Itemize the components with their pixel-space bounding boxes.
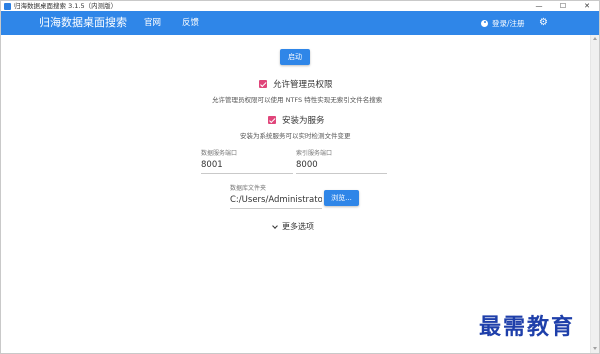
install-service-description: 安装为系统服务可以实时检测文件变更 bbox=[240, 132, 351, 140]
db-folder-input[interactable]: C:/Users/Administrator/C bbox=[230, 195, 322, 209]
scroll-up-arrow-icon[interactable] bbox=[593, 37, 597, 40]
more-options-label: 更多选项 bbox=[282, 222, 314, 231]
brand-title: 归海数据桌面搜索 bbox=[39, 16, 127, 29]
checkbox-checked-icon[interactable] bbox=[259, 80, 267, 88]
nav-feedback-link[interactable]: 反馈 bbox=[182, 11, 199, 35]
db-port-field[interactable]: 数据服务端口 8001 bbox=[201, 148, 293, 174]
maximize-button[interactable]: ☐ bbox=[551, 1, 575, 11]
admin-permission-checkbox[interactable]: 允许管理员权限 bbox=[259, 78, 333, 90]
admin-permission-description: 允许管理员权限可以使用 NTFS 特性实现无索引文件名搜索 bbox=[212, 96, 383, 104]
vertical-scrollbar[interactable] bbox=[590, 35, 599, 353]
app-window: 归海数据桌面搜索 3.1.5（内测版） — ☐ ✕ 归海数据桌面搜索 官网 反馈… bbox=[0, 0, 600, 354]
window-title: 归海数据桌面搜索 3.1.5（内测版） bbox=[14, 2, 118, 10]
gear-icon[interactable]: ⚙ bbox=[538, 17, 549, 28]
db-port-label: 数据服务端口 bbox=[201, 150, 238, 157]
start-button[interactable]: 启动 bbox=[280, 49, 310, 65]
admin-permission-label: 允许管理员权限 bbox=[273, 80, 333, 90]
checkbox-checked-icon[interactable] bbox=[268, 116, 276, 124]
main-panel: 启动 允许管理员权限 允许管理员权限可以使用 NTFS 特性实现无索引文件名搜索… bbox=[1, 35, 599, 353]
watermark-text: 最需教育 bbox=[479, 314, 576, 340]
browse-button[interactable]: 浏览... bbox=[324, 190, 359, 206]
os-titlebar: 归海数据桌面搜索 3.1.5（内测版） — ☐ ✕ bbox=[1, 1, 599, 11]
minimize-button[interactable]: — bbox=[527, 1, 551, 11]
nav-official-link[interactable]: 官网 bbox=[144, 11, 161, 35]
window-controls: — ☐ ✕ bbox=[527, 1, 599, 11]
close-button[interactable]: ✕ bbox=[575, 1, 599, 11]
install-service-label: 安装为服务 bbox=[282, 116, 325, 126]
index-port-field[interactable]: 索引服务端口 8000 bbox=[296, 148, 387, 174]
index-port-label: 索引服务端口 bbox=[296, 150, 333, 157]
install-service-checkbox[interactable]: 安装为服务 bbox=[268, 114, 325, 126]
db-folder-label: 数据库文件夹 bbox=[230, 185, 267, 192]
login-register-button[interactable]: 登录/注册 bbox=[481, 11, 525, 35]
app-header: 归海数据桌面搜索 官网 反馈 登录/注册 ⚙ bbox=[1, 11, 599, 35]
scroll-down-arrow-icon[interactable] bbox=[593, 347, 597, 350]
user-icon bbox=[481, 19, 488, 27]
db-port-input[interactable]: 8001 bbox=[201, 160, 293, 174]
app-icon bbox=[4, 2, 11, 10]
more-options-toggle[interactable]: 更多选项 bbox=[272, 221, 314, 232]
db-folder-field[interactable]: 数据库文件夹 C:/Users/Administrator/C bbox=[230, 183, 322, 209]
login-register-label: 登录/注册 bbox=[492, 18, 525, 28]
chevron-down-icon bbox=[272, 222, 278, 229]
index-port-input[interactable]: 8000 bbox=[296, 160, 387, 174]
